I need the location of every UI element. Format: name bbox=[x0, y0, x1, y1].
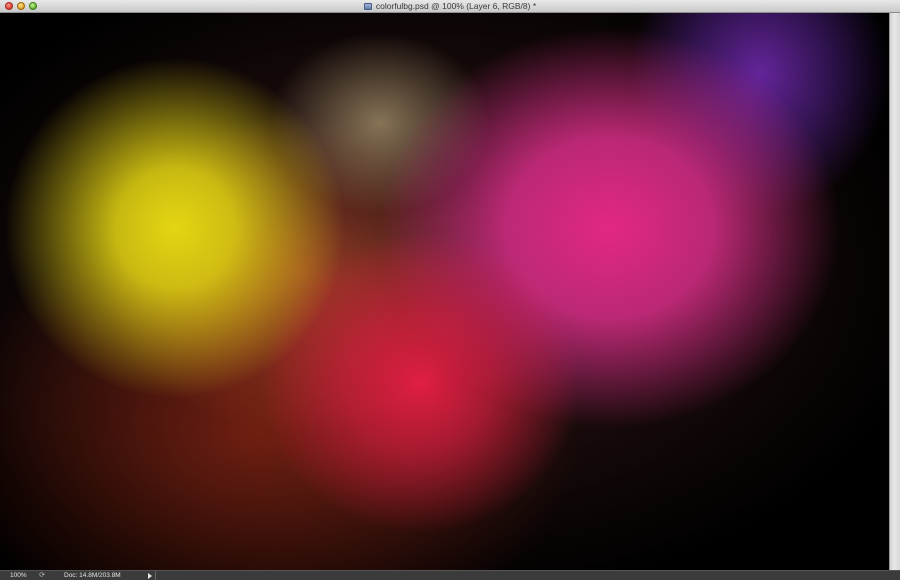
image-canvas[interactable] bbox=[0, 13, 889, 570]
triangle-right-icon[interactable] bbox=[148, 572, 152, 579]
zoom-level[interactable]: 100% bbox=[0, 571, 34, 580]
status-divider bbox=[155, 571, 156, 580]
document-size[interactable]: Doc: 14.8M/203.8M bbox=[64, 571, 146, 580]
photoshop-document-window: colorfulbg.psd @ 100% (Layer 6, RGB/8) *… bbox=[0, 0, 900, 580]
window-title: colorfulbg.psd @ 100% (Layer 6, RGB/8) * bbox=[375, 1, 537, 11]
vertical-scrollbar[interactable] bbox=[889, 13, 900, 570]
title-wrap: colorfulbg.psd @ 100% (Layer 6, RGB/8) * bbox=[0, 0, 900, 12]
document-proxy-icon[interactable] bbox=[363, 2, 372, 10]
status-bar: 100% ⟳ Doc: 14.8M/203.8M bbox=[0, 570, 900, 580]
title-bar[interactable]: colorfulbg.psd @ 100% (Layer 6, RGB/8) * bbox=[0, 0, 900, 13]
rotate-icon[interactable]: ⟳ bbox=[38, 572, 46, 580]
